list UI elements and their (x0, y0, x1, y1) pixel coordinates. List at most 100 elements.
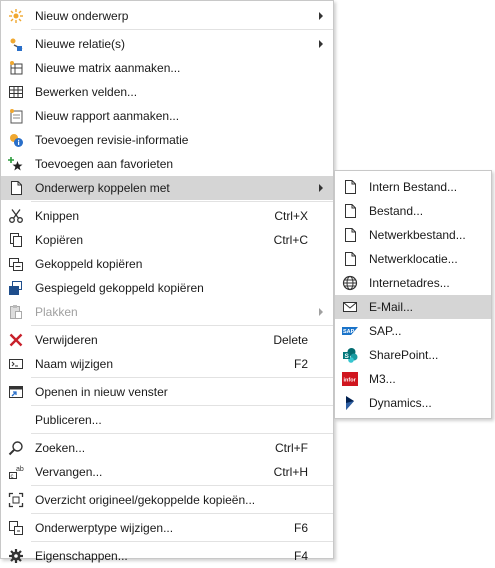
separator (31, 485, 333, 486)
separator (31, 325, 333, 326)
menu-item-naam-wijzigen[interactable]: Naam wijzigen F2 (1, 352, 333, 376)
menu-item-onderwerp-koppelen[interactable]: Onderwerp koppelen met (1, 176, 333, 200)
submenu-item-dynamics[interactable]: Dynamics... (335, 391, 491, 415)
globe-icon (342, 275, 358, 291)
menu-item-nieuwe-relaties[interactable]: Nieuwe relatie(s) (1, 32, 333, 56)
menu-item-zoeken[interactable]: Zoeken... Ctrl+F (1, 436, 333, 460)
menu-item-label: Naam wijzigen (35, 357, 114, 371)
new-window-icon (8, 384, 24, 400)
submenu-item-m3[interactable]: infor M3... (335, 367, 491, 391)
menu-item-publiceren[interactable]: Publiceren... (1, 408, 333, 432)
menu-item-label: Verwijderen (35, 333, 98, 347)
submenu-item-email[interactable]: E-Mail... (335, 295, 491, 319)
menu-item-knippen[interactable]: Knippen Ctrl+X (1, 204, 333, 228)
menu-item-label: Overzicht origineel/gekoppelde kopieën..… (35, 493, 256, 507)
menu-item-verwijderen[interactable]: Verwijderen Delete (1, 328, 333, 352)
search-icon (8, 440, 24, 456)
menu-item-nieuwe-matrix[interactable]: Nieuwe matrix aanmaken... (1, 56, 333, 80)
sun-icon (8, 8, 24, 24)
submenu-item-sharepoint[interactable]: S SharePoint... (335, 343, 491, 367)
menu-item-bewerken-velden[interactable]: Bewerken velden... (1, 80, 333, 104)
submenu-koppelen-met: Intern Bestand... Bestand... Netwerkbest… (334, 170, 492, 419)
document-icon (342, 227, 358, 243)
menu-item-label: Netwerkbestand... (369, 228, 466, 242)
table-icon (8, 84, 24, 100)
menu-item-label: SharePoint... (369, 348, 439, 362)
document-icon (8, 180, 24, 196)
submenu-item-sap[interactable]: SAP SAP... (335, 319, 491, 343)
menu-item-revisie-informatie[interactable]: Toevoegen revisie-informatie (1, 128, 333, 152)
change-type-icon (8, 520, 24, 536)
chevron-right-icon (319, 308, 323, 316)
svg-text:S: S (345, 353, 350, 360)
gear-icon (8, 548, 24, 564)
replace-icon: ab c (8, 464, 24, 480)
shortcut-label: Ctrl+X (274, 209, 308, 223)
shortcut-label: F6 (293, 521, 308, 535)
menu-item-kopieren[interactable]: Kopiëren Ctrl+C (1, 228, 333, 252)
document-icon (342, 203, 358, 219)
menu-item-label: Netwerklocatie... (369, 252, 458, 266)
menu-item-label: Plakken (35, 305, 78, 319)
menu-item-nieuw-onderwerp[interactable]: Nieuw onderwerp (1, 4, 333, 28)
menu-item-label: Intern Bestand... (369, 180, 458, 194)
menu-item-onderwerptype-wijzigen[interactable]: Onderwerptype wijzigen... F6 (1, 516, 333, 540)
report-icon (8, 108, 24, 124)
chevron-right-icon (319, 184, 323, 192)
submenu-item-intern-bestand[interactable]: Intern Bestand... (335, 175, 491, 199)
menu-item-nieuw-rapport[interactable]: Nieuw rapport aanmaken... (1, 104, 333, 128)
mirrored-copy-icon (8, 280, 24, 296)
menu-item-label: Nieuw rapport aanmaken... (35, 109, 180, 123)
delete-icon (8, 332, 24, 348)
menu-item-label: Onderwerp koppelen met (35, 181, 170, 195)
menu-item-label: Nieuw onderwerp (35, 9, 129, 23)
svg-text:ab: ab (16, 466, 24, 473)
menu-item-gekoppeld-kopieren[interactable]: Gekoppeld kopiëren (1, 252, 333, 276)
submenu-item-netwerklocatie[interactable]: Netwerklocatie... (335, 247, 491, 271)
separator (31, 433, 333, 434)
sharepoint-icon: S (342, 347, 358, 363)
relation-icon (8, 36, 24, 52)
submenu-item-internetadres[interactable]: Internetadres... (335, 271, 491, 295)
shortcut-label: F2 (293, 357, 308, 371)
document-icon (342, 251, 358, 267)
menu-item-overzicht-kopieen[interactable]: Overzicht origineel/gekoppelde kopieën..… (1, 488, 333, 512)
menu-item-label: Publiceren... (35, 413, 102, 427)
menu-item-favorieten[interactable]: Toevoegen aan favorieten (1, 152, 333, 176)
infor-icon: infor (342, 371, 358, 387)
menu-item-gespiegeld-kopieren[interactable]: Gespiegeld gekoppeld kopiëren (1, 276, 333, 300)
chevron-right-icon (319, 12, 323, 20)
overview-icon (8, 492, 24, 508)
shortcut-label: Ctrl+H (273, 465, 308, 479)
rename-icon (8, 356, 24, 372)
menu-item-label: Eigenschappen... (35, 549, 128, 563)
paste-icon (8, 304, 24, 320)
shortcut-label: Delete (273, 333, 308, 347)
menu-item-eigenschappen[interactable]: Eigenschappen... F4 (1, 544, 333, 568)
menu-item-plakken[interactable]: Plakken (1, 300, 333, 324)
menu-item-label: SAP... (369, 324, 402, 338)
separator (31, 377, 333, 378)
menu-item-label: Kopiëren (35, 233, 84, 247)
separator (31, 29, 333, 30)
svg-text:infor: infor (344, 378, 357, 384)
copy-icon (8, 232, 24, 248)
menu-item-label: Openen in nieuw venster (35, 385, 168, 399)
menu-item-label: Toevoegen aan favorieten (35, 157, 174, 171)
menu-item-vervangen[interactable]: ab c Vervangen... Ctrl+H (1, 460, 333, 484)
mail-icon (342, 299, 358, 315)
menu-item-label: Bewerken velden... (35, 85, 138, 99)
menu-item-label: Nieuwe relatie(s) (35, 37, 126, 51)
submenu-item-bestand[interactable]: Bestand... (335, 199, 491, 223)
menu-item-label: Nieuwe matrix aanmaken... (35, 61, 181, 75)
context-menu: Nieuw onderwerp Nieuwe relatie(s) Nieuwe… (0, 0, 334, 563)
menu-item-label: Toevoegen revisie-informatie (35, 133, 189, 147)
document-icon (342, 179, 358, 195)
chevron-right-icon (319, 40, 323, 48)
menu-item-openen-nieuw-venster[interactable]: Openen in nieuw venster (1, 380, 333, 404)
linked-copy-icon (8, 256, 24, 272)
separator (31, 513, 333, 514)
menu-item-label: Dynamics... (369, 396, 432, 410)
submenu-item-netwerkbestand[interactable]: Netwerkbestand... (335, 223, 491, 247)
scissors-icon (8, 208, 24, 224)
